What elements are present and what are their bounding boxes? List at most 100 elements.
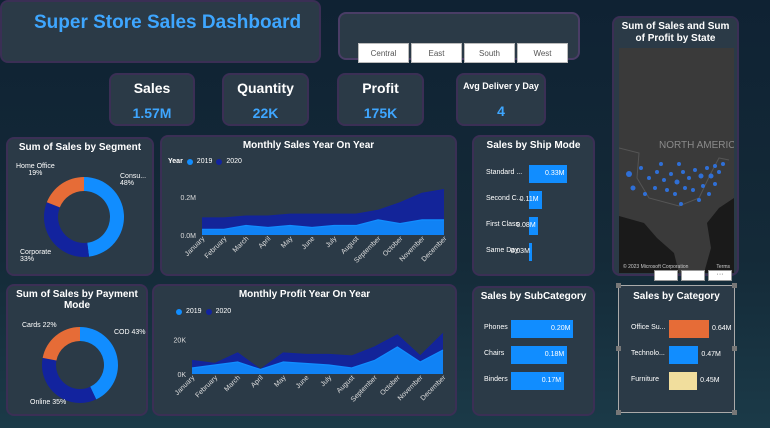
monthly-sales-card: Monthly Sales Year On Year Year 2019 202… <box>160 135 457 276</box>
kpi-avg-delivery-card: Avg Deliver y Day 4 <box>456 73 546 126</box>
subcategory-label: Chairs <box>484 350 505 357</box>
kpi-quantity-value: 22K <box>252 105 279 121</box>
segment-label-home-office-pct: 19% <box>28 170 43 177</box>
segment-card: Sum of Sales by Segment Home Office 19% … <box>6 137 154 276</box>
kpi-quantity-card: Quantity 22K <box>222 73 309 126</box>
resize-handle-tl[interactable] <box>616 283 621 288</box>
category-bar[interactable] <box>669 372 698 390</box>
kpi-avg-delivery-value: 4 <box>497 103 505 119</box>
resize-handle-br[interactable] <box>732 410 737 415</box>
segment-label-corporate-name: Corporate <box>20 249 52 256</box>
category-row: Furniture 0.45M <box>619 372 734 390</box>
ship-mode-row: Second C... 0.11M <box>474 191 593 209</box>
kpi-sales-value: 1.57M <box>132 105 172 121</box>
profit-xtick-october: October <box>379 374 402 397</box>
profit-xtick-april: April <box>250 374 265 389</box>
ship-mode-value-label: 0.08M <box>516 222 536 229</box>
subcategory-row: Chairs 0.18M <box>474 346 593 364</box>
profit-xtick-july: July <box>320 374 334 388</box>
resize-handle-bl[interactable] <box>616 410 621 415</box>
category-bar[interactable] <box>669 346 699 364</box>
sales-xtick-march: March <box>232 235 251 254</box>
ship-mode-row: First Class 0.08M <box>474 217 593 235</box>
ship-mode-value-label: 0.03M <box>510 248 530 255</box>
region-west-button[interactable]: West <box>517 43 568 63</box>
category-label: Furniture <box>631 376 660 383</box>
subcategory-bars: Phones 0.20M Chairs 0.18M Binders 0.17M <box>474 320 593 410</box>
payment-slice-cards[interactable] <box>42 327 80 361</box>
profit-xtick-june: June <box>295 374 311 390</box>
kpi-profit-label: Profit <box>362 80 399 96</box>
subcategory-label: Binders <box>484 376 508 383</box>
ship-mode-row: Same Day 0.03M <box>474 243 593 261</box>
subcategory-row: Binders 0.17M <box>474 372 593 390</box>
subcategory-row: Phones 0.20M <box>474 320 593 338</box>
ship-mode-card: Sales by Ship Mode Standard ... 0.33M Seco… <box>472 135 595 276</box>
ship-mode-label: Second C... <box>486 195 523 202</box>
kpi-profit-card: Profit 175K <box>337 73 424 126</box>
payment-label-online-name: Online <box>30 399 51 406</box>
sales-xtick-april: April <box>258 235 273 250</box>
sales-xtick-july: July <box>325 235 339 249</box>
subcategory-value-label: 0.18M <box>544 351 565 358</box>
profit-xtick-august: August <box>336 374 356 394</box>
category-bar[interactable] <box>669 320 709 338</box>
kpi-quantity-label: Quantity <box>237 80 294 96</box>
category-row: Office Su... 0.64M <box>619 320 734 338</box>
segment-label-consumer-pct: 48% <box>120 180 135 187</box>
ship-mode-value-label: 0.11M <box>519 196 539 203</box>
subcategory-value-label: 0.17M <box>541 377 562 384</box>
more-options-icon[interactable]: ··· <box>708 270 732 281</box>
region-south-button[interactable]: South <box>464 43 515 63</box>
payment-label-cod-pct: 43% <box>131 329 146 336</box>
segment-slice-consumer[interactable] <box>84 177 125 257</box>
payment-label-cod: COD 43% <box>114 329 146 336</box>
sales-xtick-june: June <box>301 235 317 251</box>
focus-mode-icon[interactable] <box>681 270 705 281</box>
subcategory-value-label: 0.20M <box>551 325 571 332</box>
segment-label-corporate: Corporate 33% <box>20 249 51 263</box>
resize-handle-tr[interactable] <box>732 283 737 288</box>
region-east-button[interactable]: East <box>411 43 462 63</box>
ship-mode-label: Standard ... <box>486 169 523 176</box>
ship-mode-label: First Class <box>486 221 520 228</box>
sales-ytick-1: 0.0M <box>180 233 196 240</box>
map-card: Sum of Sales and Sum of Profit by State … <box>612 16 739 276</box>
profit-xtick-december: December <box>420 374 448 402</box>
payment-label-online: Online 35% <box>30 399 66 406</box>
sales-xtick-february: February <box>204 235 229 260</box>
map-toolbar: ··· <box>654 270 736 281</box>
map-svg: NORTH AMERICA <box>619 48 734 273</box>
segment-slice-home-office[interactable] <box>46 177 84 208</box>
land-mass <box>619 48 734 273</box>
kpi-avg-delivery-label: Avg Deliver y Day <box>463 81 539 91</box>
state-map[interactable]: NORTH AMERICA © 2023 Microsoft Corporati… <box>619 48 734 273</box>
region-central-button[interactable]: Central <box>358 43 409 63</box>
ship-mode-value-label: 0.33M <box>545 170 565 177</box>
payment-slice-online[interactable] <box>41 357 97 403</box>
sales-ytick-0: 0.2M <box>180 195 196 202</box>
ship-mode-title: Sales by Ship Mode <box>486 140 581 151</box>
subcategory-card: Sales by SubCategory Phones 0.20M Chairs 0.… <box>472 286 595 416</box>
category-label: Technolo... <box>631 350 665 357</box>
category-title: Sales by Category <box>633 291 720 302</box>
category-label: Office Su... <box>631 324 666 331</box>
ship-mode-bars: Standard ... 0.33M Second C... 0.11M First C… <box>474 165 593 275</box>
payment-label-online-pct: 35% <box>52 399 67 406</box>
category-bars: Office Su... 0.64M Technolo... 0.47M Furnitu… <box>619 320 734 410</box>
payment-label-cod-name: COD <box>114 329 130 336</box>
filter-icon[interactable] <box>654 270 678 281</box>
payment-label-cards-pct: 22% <box>42 322 57 329</box>
monthly-profit-chart[interactable]: 20K0KJanuaryFebruary March April May June Jul… <box>154 286 459 418</box>
kpi-sales-card: Sales 1.57M <box>109 73 195 126</box>
sales-xtick-august: August <box>340 235 360 255</box>
category-row: Technolo... 0.47M <box>619 346 734 364</box>
monthly-sales-chart[interactable]: 0.2M0.0MJanuaryFebruary March April May June… <box>162 137 459 278</box>
profit-xtick-march: March <box>223 374 242 393</box>
category-card[interactable]: Sales by Category Office Su... 0.64M Techn… <box>616 283 737 415</box>
kpi-profit-value: 175K <box>363 105 398 121</box>
subcategory-title: Sales by SubCategory <box>480 291 587 302</box>
payment-label-cards-name: Cards <box>22 322 41 329</box>
subcategory-label: Phones <box>484 324 508 331</box>
profit-ytick-0: 20K <box>174 337 187 344</box>
